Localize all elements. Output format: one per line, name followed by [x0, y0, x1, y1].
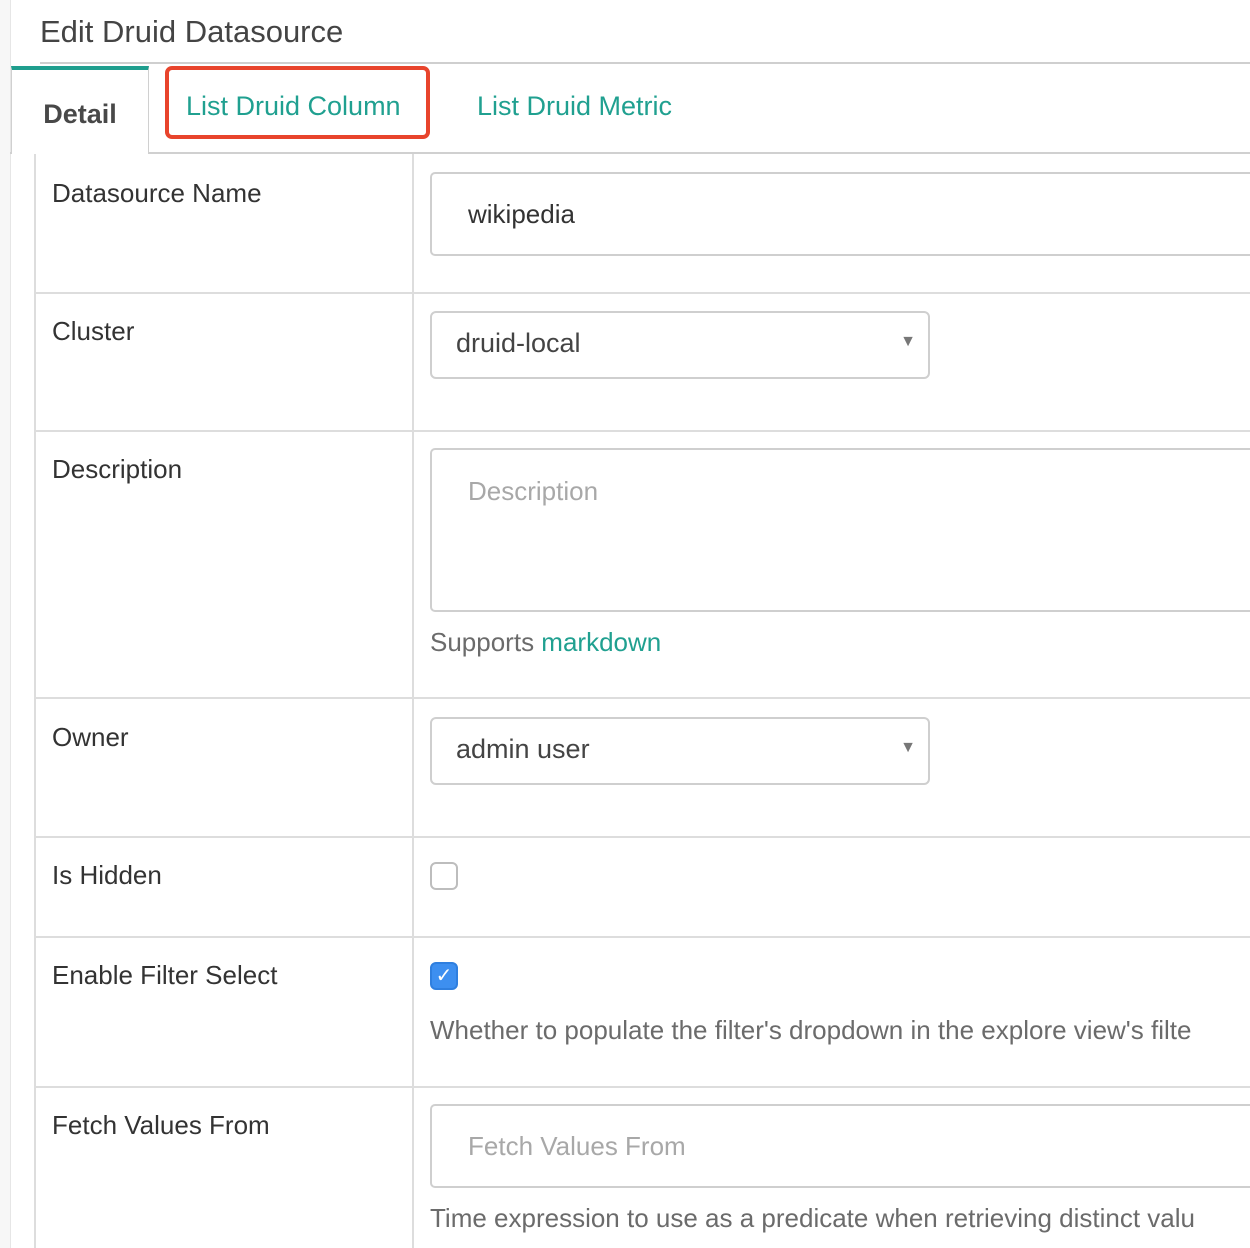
- row-divider: [34, 292, 1250, 294]
- checkmark-icon: ✓: [435, 965, 453, 987]
- row-divider: [34, 836, 1250, 838]
- tab-detail-label: Detail: [43, 98, 117, 129]
- tab-list-druid-metric[interactable]: List Druid Metric: [477, 91, 672, 122]
- description-textarea[interactable]: [430, 448, 1250, 612]
- row-divider: [34, 936, 1250, 938]
- row-divider: [34, 430, 1250, 432]
- enable-filter-select-label: Enable Filter Select: [52, 960, 278, 990]
- row-divider: [34, 1086, 1250, 1088]
- tab-detail[interactable]: Detail: [11, 66, 149, 154]
- caret-down-icon: ▼: [900, 739, 916, 756]
- form-column-divider: [412, 154, 414, 1248]
- is-hidden-label: Is Hidden: [52, 860, 162, 890]
- cluster-selected-value: druid-local: [456, 328, 581, 358]
- tab-list-druid-column[interactable]: List Druid Column: [186, 91, 401, 122]
- markdown-link[interactable]: markdown: [541, 627, 661, 657]
- title-divider: [40, 62, 1250, 64]
- page-title: Edit Druid Datasource: [40, 14, 344, 49]
- caret-down-icon: ▼: [900, 333, 916, 350]
- description-help-prefix: Supports: [430, 627, 542, 657]
- fetch-values-from-label: Fetch Values From: [52, 1110, 270, 1140]
- cluster-select[interactable]: druid-local ▼: [430, 311, 930, 379]
- left-gutter: [0, 0, 11, 1248]
- enable-filter-select-checkbox[interactable]: ✓: [430, 962, 458, 990]
- enable-filter-select-help: Whether to populate the filter's dropdow…: [430, 1015, 1192, 1045]
- datasource-name-input[interactable]: [430, 172, 1250, 256]
- owner-select[interactable]: admin user ▼: [430, 717, 930, 785]
- fetch-values-from-input[interactable]: [430, 1104, 1250, 1188]
- fetch-values-from-help: Time expression to use as a predicate wh…: [430, 1203, 1195, 1233]
- is-hidden-checkbox[interactable]: [430, 862, 458, 890]
- row-divider: [34, 697, 1250, 699]
- cluster-label: Cluster: [52, 316, 135, 346]
- description-help: Supports markdown: [430, 627, 661, 658]
- description-label: Description: [52, 454, 183, 484]
- owner-label: Owner: [52, 722, 129, 752]
- datasource-name-label: Datasource Name: [52, 178, 262, 208]
- owner-selected-value: admin user: [456, 734, 590, 764]
